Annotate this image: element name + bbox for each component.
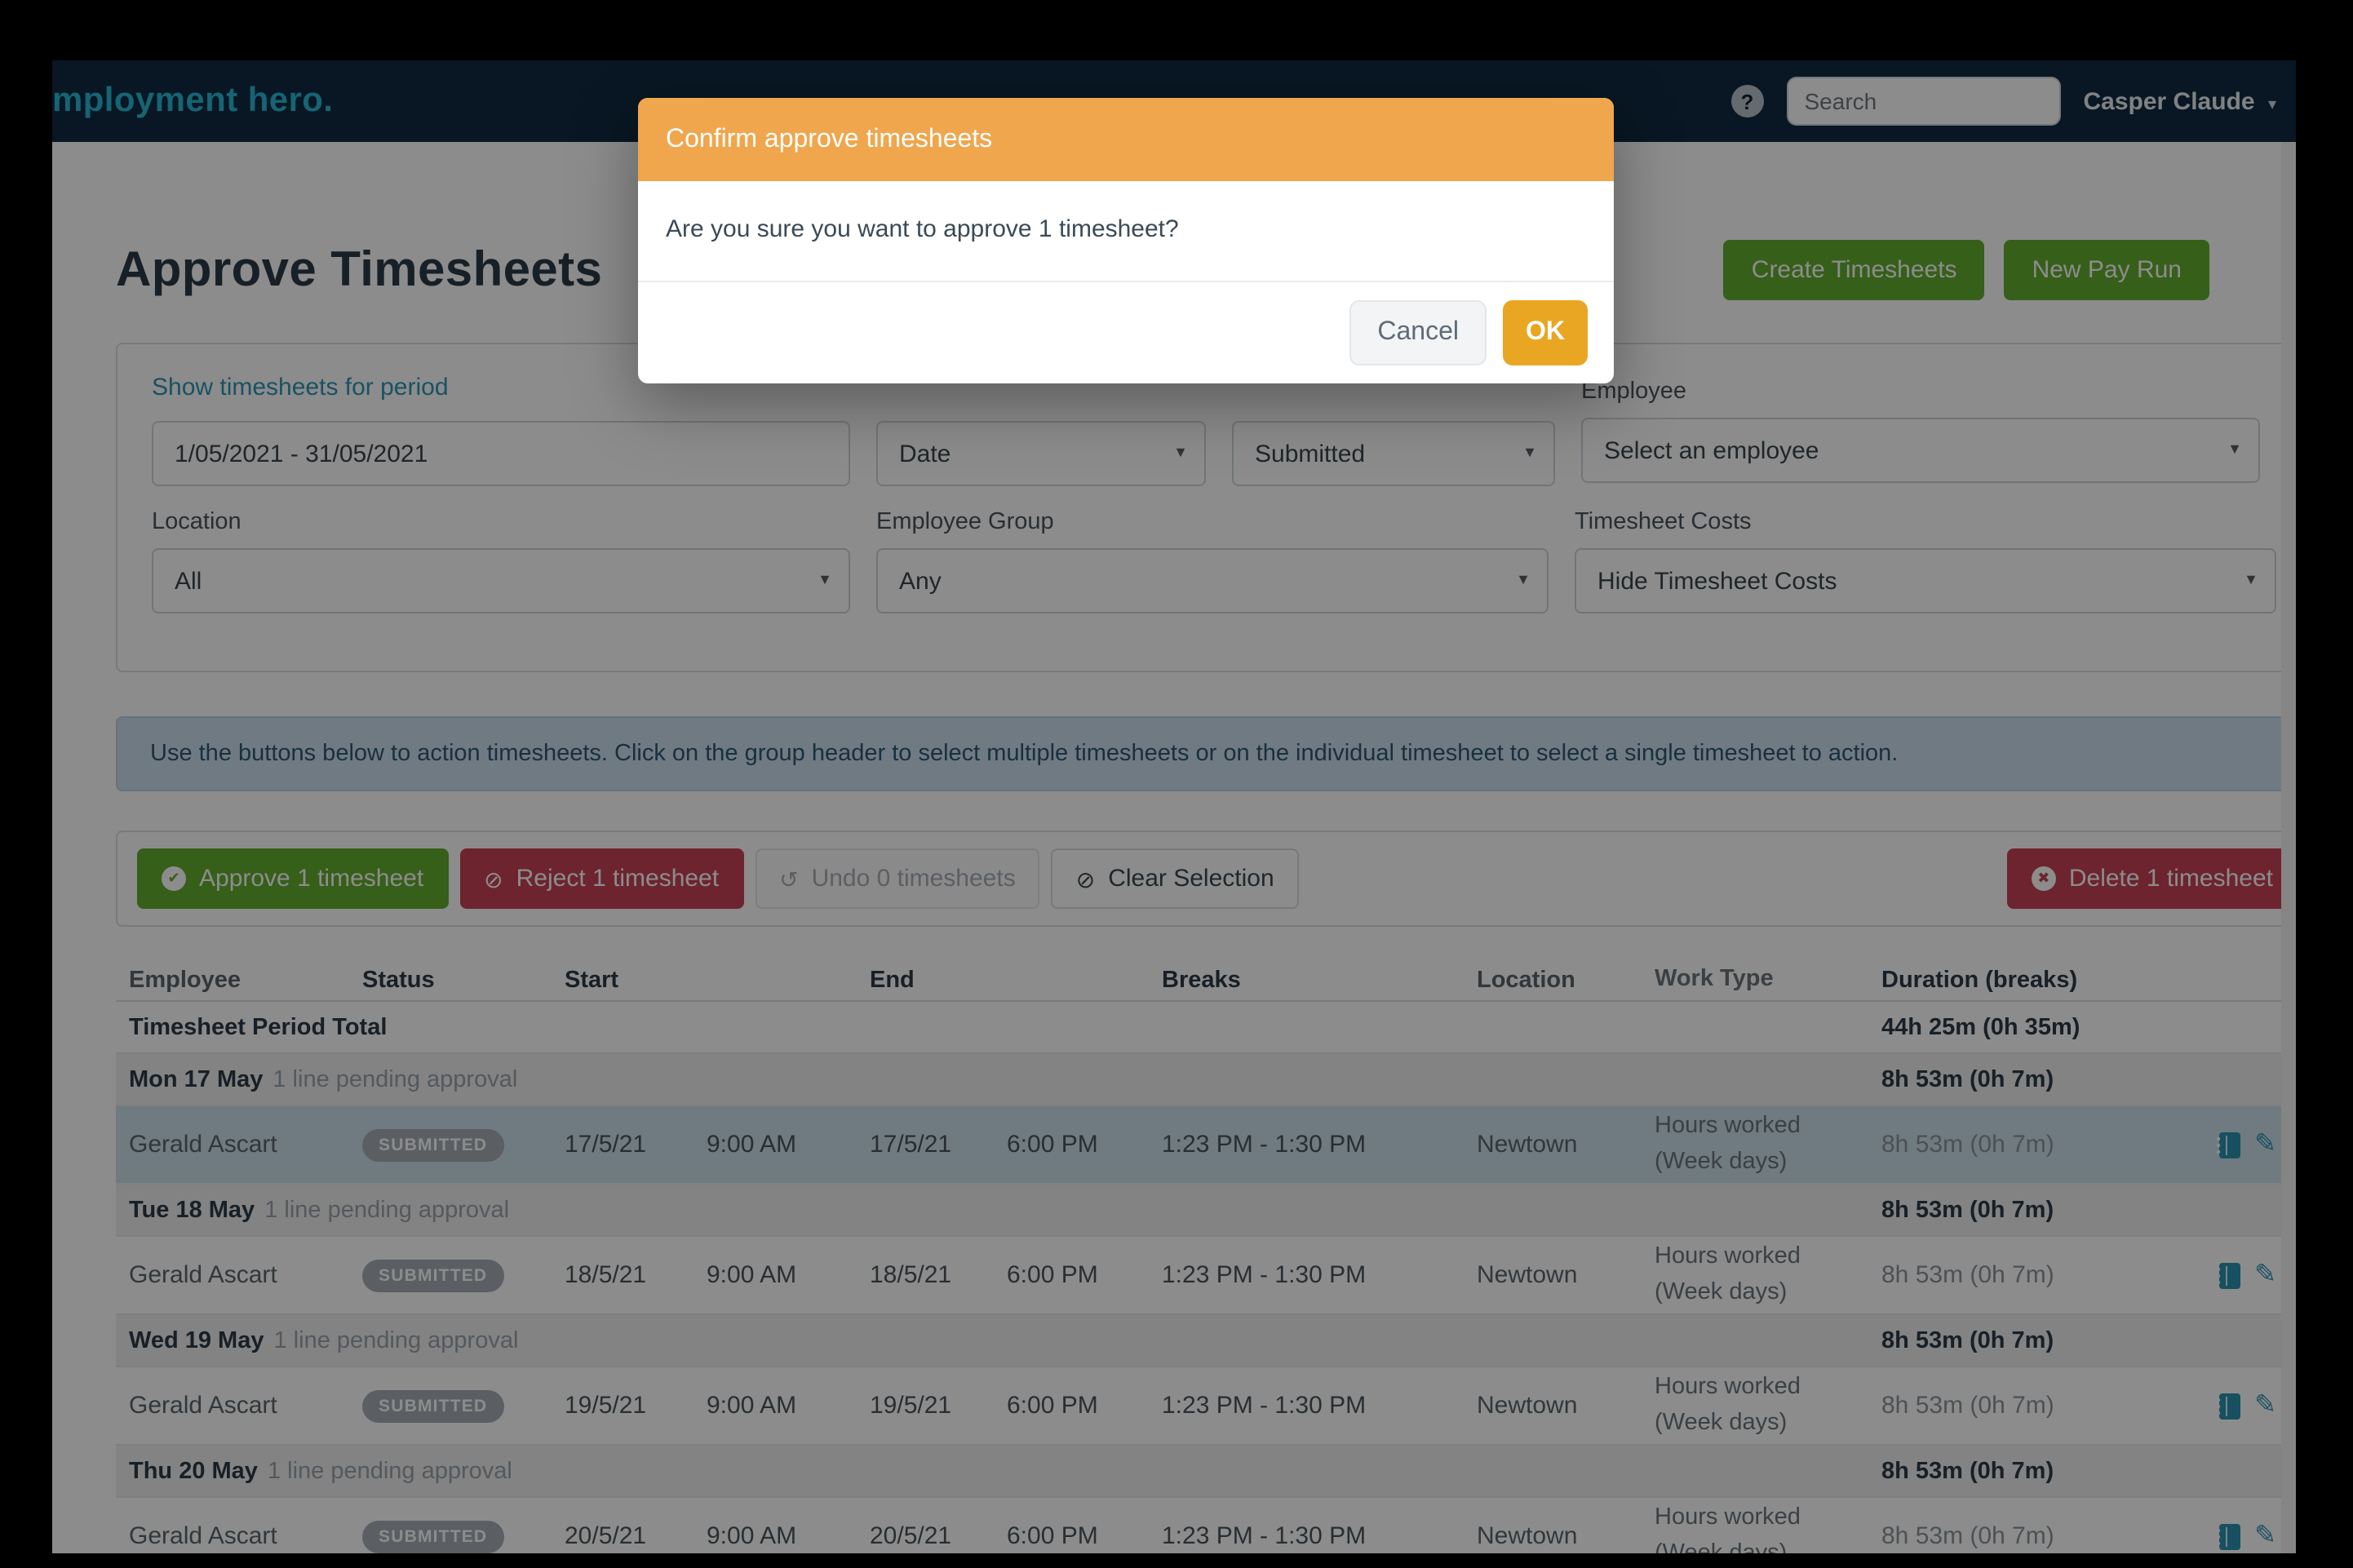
cancel-button[interactable]: Cancel: [1349, 300, 1487, 365]
ok-button[interactable]: OK: [1503, 300, 1588, 365]
dialog-title: Confirm approve timesheets: [638, 98, 1614, 181]
app-window: mployment hero. ? Casper Claude ▾ Approv…: [52, 60, 2296, 1553]
confirm-dialog: Confirm approve timesheets Are you sure …: [638, 98, 1614, 383]
dialog-message: Are you sure you want to approve 1 times…: [638, 181, 1614, 282]
